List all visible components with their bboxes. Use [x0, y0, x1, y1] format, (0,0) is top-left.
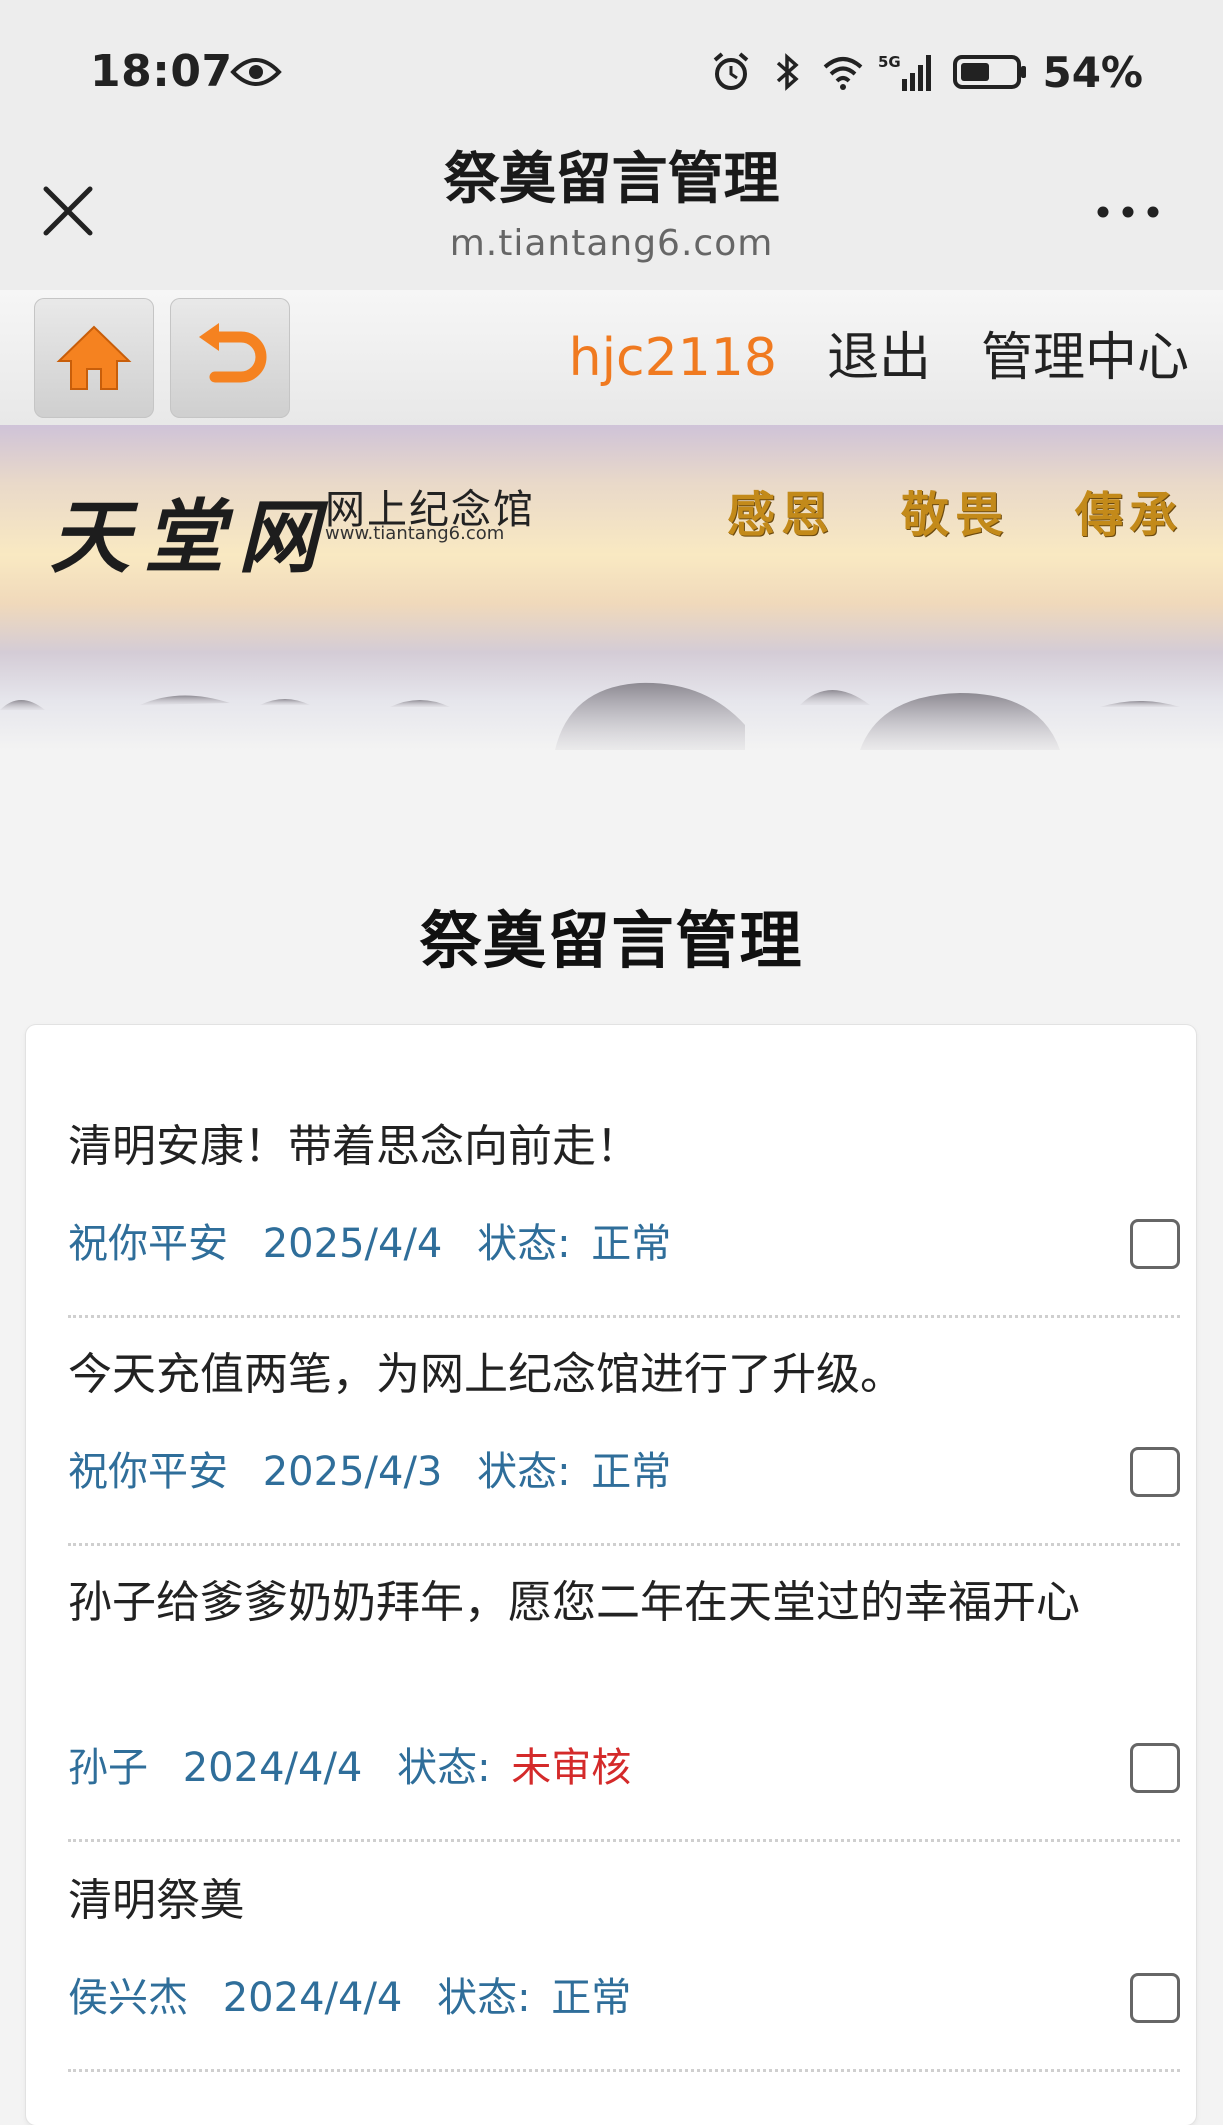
site-logo: 天堂网	[50, 490, 332, 584]
status-label: 状态:	[477, 1449, 571, 1495]
status-badge: 正常	[591, 1449, 672, 1495]
bluetooth-icon	[777, 53, 800, 91]
message-meta: 侯兴杰 2024/4/4 状态: 正常	[68, 1965, 631, 2023]
select-checkbox[interactable]	[1130, 1973, 1180, 2023]
author-name: 祝你平安	[68, 1221, 228, 1267]
eye-icon	[230, 58, 282, 86]
message-meta: 祝你平安 2025/4/3 状态: 正常	[68, 1439, 671, 1497]
divider	[68, 1543, 1180, 1546]
logout-link[interactable]: 退出	[827, 318, 931, 398]
message-date: 2025/4/4	[262, 1221, 443, 1267]
select-checkbox[interactable]	[1130, 1743, 1180, 1793]
battery-icon	[953, 55, 1027, 89]
author-name: 孙子	[68, 1745, 148, 1791]
status-badge: 正常	[551, 1975, 632, 2021]
status-badge: 未审核	[511, 1745, 632, 1791]
select-checkbox[interactable]	[1130, 1447, 1180, 1497]
page-title: 祭奠留言管理	[419, 904, 804, 977]
banner-slogans: 感恩 敬畏 傳承	[727, 475, 1183, 545]
list-item: 今天充值两笔，为网上纪念馆进行了升级。 祝你平安 2025/4/3 状态: 正常	[68, 1341, 1180, 1546]
message-meta: 孙子 2024/4/4 状态: 未审核	[68, 1735, 631, 1793]
banner-rocks-image	[0, 682, 1180, 750]
divider	[68, 1839, 1180, 1842]
message-list-card: 清明安康！带着思念向前走！ 祝你平安 2025/4/4 状态: 正常 今天充值两…	[26, 1025, 1196, 2125]
message-date: 2025/4/3	[262, 1449, 443, 1495]
message-date: 2024/4/4	[182, 1745, 363, 1791]
message-text: 清明安康！带着思念向前走！	[68, 1121, 640, 1172]
title-bar: 祭奠留言管理 m.tiantang6.com	[0, 145, 1223, 290]
status-time: 18:07	[90, 46, 233, 97]
signal-5g-icon: 5G	[878, 53, 932, 91]
select-checkbox[interactable]	[1130, 1219, 1180, 1269]
author-name: 祝你平安	[68, 1449, 228, 1495]
alarm-icon	[714, 52, 749, 90]
back-button[interactable]	[170, 298, 290, 418]
status-icons: 5G 54%	[710, 46, 1143, 98]
status-bar: 18:07 5G 54%	[0, 0, 1223, 145]
site-banner: 天堂网 网上纪念馆 www.tiantang6.com 感恩 敬畏 傳承	[0, 425, 1223, 750]
message-meta: 祝你平安 2025/4/4 状态: 正常	[68, 1211, 671, 1269]
message-text: 清明祭奠	[68, 1875, 244, 1926]
status-label: 状态:	[397, 1745, 491, 1791]
undo-icon	[199, 323, 267, 383]
divider	[68, 2069, 1180, 2072]
author-name: 侯兴杰	[68, 1975, 188, 2021]
site-toolbar: hjc2118 退出 管理中心	[0, 290, 1223, 425]
battery-percent: 54%	[1042, 47, 1143, 97]
home-icon	[56, 325, 132, 390]
svg-text:5G: 5G	[878, 53, 901, 71]
home-button[interactable]	[34, 298, 154, 418]
message-text: 今天充值两笔，为网上纪念馆进行了升级。	[68, 1349, 904, 1400]
username-link[interactable]: hjc2118	[569, 318, 777, 398]
status-label: 状态:	[477, 1221, 571, 1267]
slogan-reverence: 敬畏	[900, 487, 1009, 543]
toolbar-links: hjc2118 退出 管理中心	[569, 318, 1189, 398]
window-title: 祭奠留言管理	[443, 147, 780, 212]
list-item: 清明祭奠 侯兴杰 2024/4/4 状态: 正常	[68, 1867, 1180, 2072]
list-item: 清明安康！带着思念向前走！ 祝你平安 2025/4/4 状态: 正常	[68, 1113, 1180, 1318]
admin-center-link[interactable]: 管理中心	[981, 318, 1189, 398]
list-item: 孙子给爹爹奶奶拜年，愿您二年在天堂过的幸福开心 孙子 2024/4/4 状态: …	[68, 1569, 1180, 1842]
page-domain: m.tiantang6.com	[449, 223, 774, 264]
message-text: 孙子给爹爹奶奶拜年，愿您二年在天堂过的幸福开心	[68, 1577, 1080, 1628]
status-badge: 正常	[591, 1221, 672, 1267]
wifi-icon	[824, 57, 863, 90]
status-label: 状态:	[437, 1975, 531, 2021]
banner-url: www.tiantang6.com	[325, 523, 505, 544]
slogan-gratitude: 感恩	[726, 487, 835, 543]
message-date: 2024/4/4	[222, 1975, 403, 2021]
slogan-inheritance: 傳承	[1074, 487, 1183, 543]
divider	[68, 1315, 1180, 1318]
more-options-icon[interactable]	[1093, 197, 1163, 227]
